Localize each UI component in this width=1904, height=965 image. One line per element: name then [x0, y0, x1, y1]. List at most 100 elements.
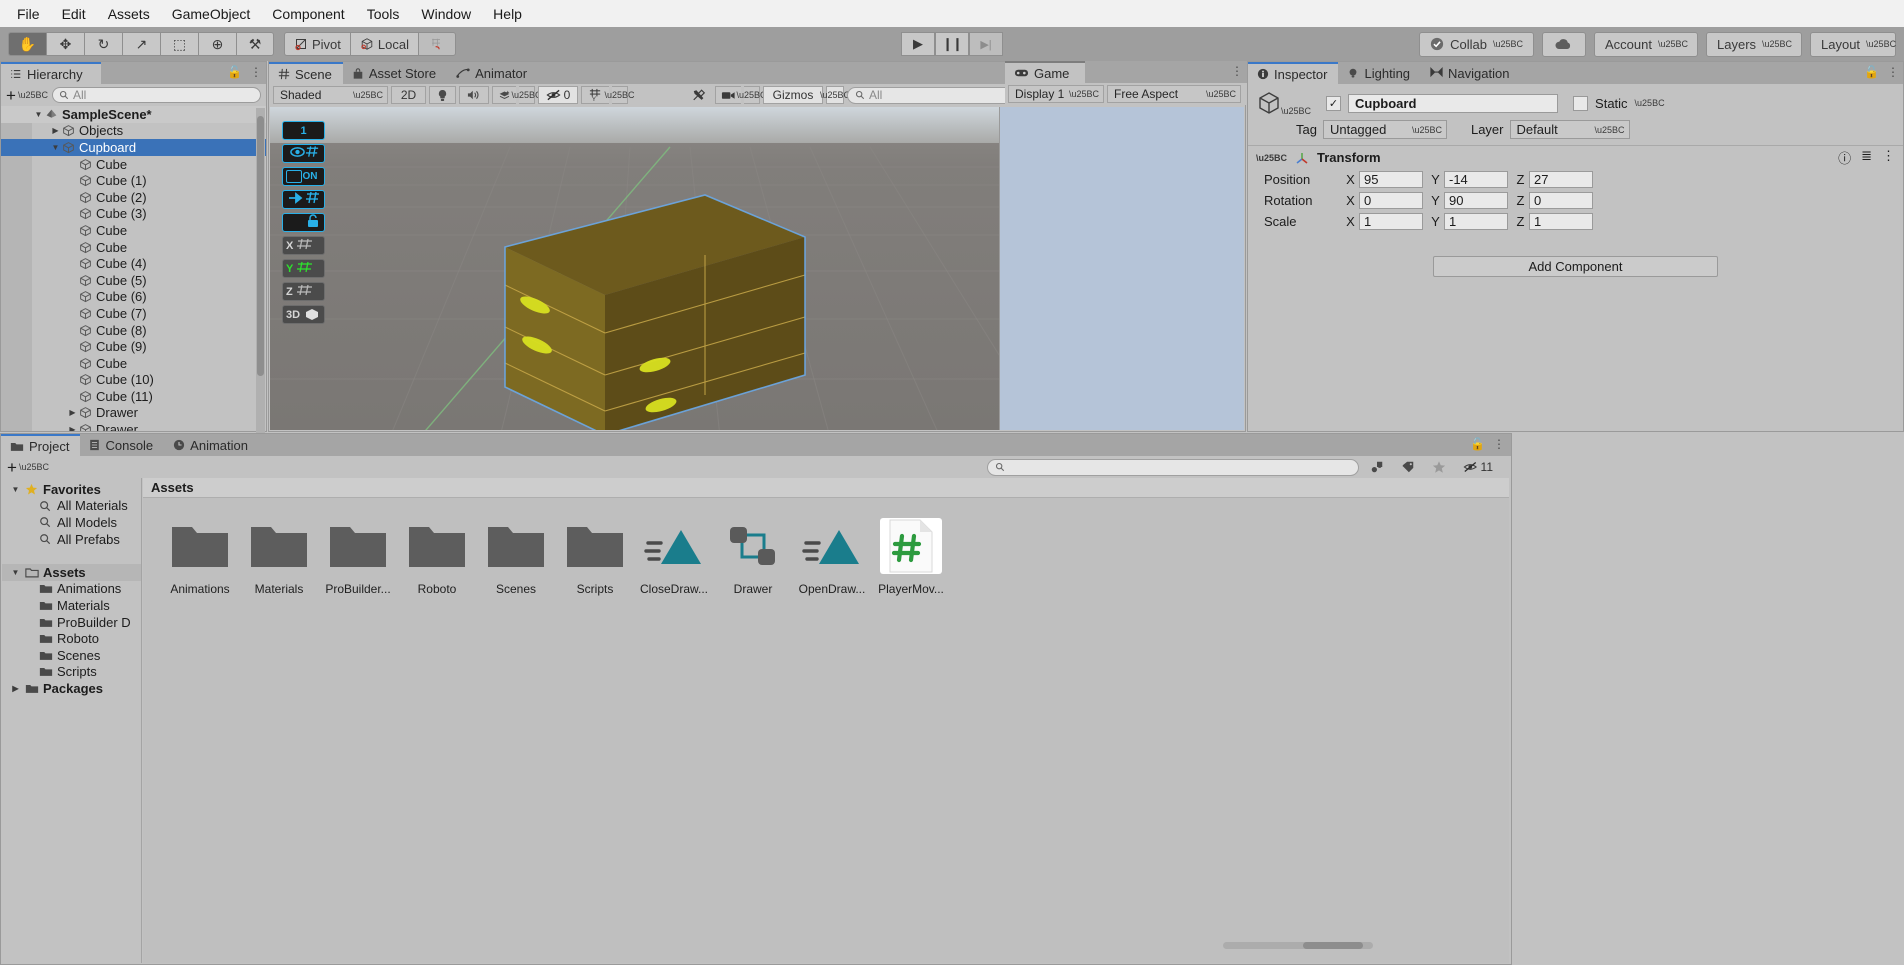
project-tree-item-roboto[interactable]: Roboto [2, 630, 141, 647]
hierarchy-search-input[interactable]: All [51, 87, 261, 103]
hierarchy-item[interactable]: Cube (7) [1, 305, 266, 322]
position-y-input[interactable]: -14 [1444, 171, 1508, 188]
rotate-tool[interactable]: ↻ [84, 32, 122, 56]
project-tree-item-all-prefabs[interactable]: All Prefabs [2, 531, 141, 548]
hierarchy-scrollbar[interactable] [256, 108, 265, 433]
progrids-push-to-grid[interactable] [282, 190, 325, 209]
asset-item[interactable]: Roboto [398, 518, 476, 596]
asset-item[interactable]: Animations [161, 518, 239, 596]
lock-icon[interactable]: 🔓 [1470, 437, 1485, 451]
position-z-input[interactable]: 27 [1529, 171, 1593, 188]
tab-lighting[interactable]: Lighting [1338, 62, 1422, 84]
lock-icon[interactable]: 🔓 [227, 65, 242, 79]
tab-inspector[interactable]: Inspector [1248, 62, 1339, 84]
foldout-arrow-icon[interactable] [9, 568, 22, 577]
tab-console[interactable]: Console [80, 434, 165, 456]
progrids-z-axis-grid[interactable]: Z [282, 282, 325, 301]
layers-button[interactable]: Layers \u25BC [1706, 31, 1802, 57]
chevron-down-icon[interactable]: \u25BC [1256, 153, 1287, 163]
asset-item[interactable]: CloseDraw... [635, 518, 713, 596]
scene-fx-dropdown[interactable]: \u25BC [511, 86, 542, 104]
foldout-arrow-icon[interactable] [9, 485, 22, 494]
rotation-z-input[interactable]: 0 [1529, 192, 1593, 209]
foldout-arrow-icon[interactable] [66, 425, 79, 431]
tab-game[interactable]: Game [1005, 61, 1085, 83]
foldout-arrow-icon[interactable] [9, 684, 22, 693]
layer-dropdown[interactable]: Default \u25BC [1509, 120, 1630, 139]
progrids-y-axis-grid[interactable]: Y [282, 259, 325, 278]
pivot-button[interactable]: Pivot [284, 32, 350, 56]
tab-animation[interactable]: Animation [164, 434, 259, 456]
menu-item-help[interactable]: Help [482, 3, 533, 25]
hidden-objects-toggle[interactable]: 0 [538, 86, 578, 104]
transform-component-header[interactable]: \u25BC Transform ⓘ ≣ ⋮ [1248, 146, 1903, 169]
foldout-arrow-icon[interactable] [49, 126, 62, 135]
progrids-three-d-toggle[interactable]: 3D [282, 305, 325, 324]
hierarchy-item[interactable]: Cube (10) [1, 371, 266, 389]
project-tree[interactable]: FavoritesAll MaterialsAll ModelsAll Pref… [2, 478, 142, 963]
custom-tool[interactable]: ⚒ [236, 32, 274, 56]
object-name-input[interactable]: Cupboard [1348, 93, 1559, 113]
hierarchy-item[interactable]: Cube (8) [1, 321, 266, 339]
gizmos-button[interactable]: Gizmos [763, 86, 823, 104]
progrids-grid-size[interactable]: 1 [282, 121, 325, 140]
hierarchy-tree[interactable]: SampleScene*ObjectsCupboard Cube Cube (1) C… [1, 106, 266, 431]
progrids-snap-on-toggle[interactable]: ON [282, 167, 325, 186]
cupboard-object[interactable] [475, 177, 895, 430]
project-tree-item-assets[interactable]: Assets [2, 563, 141, 581]
kebab-menu-icon[interactable]: ⋮ [1882, 148, 1895, 167]
scene-viewport[interactable]: 1ONXYZ3D y z x ≺Persp 🔒 [270, 107, 1244, 430]
project-tree-item-scenes[interactable]: Scenes [2, 647, 141, 664]
hierarchy-item[interactable]: Cube (1) [1, 172, 266, 189]
project-tree-item-materials[interactable]: Materials [2, 597, 141, 614]
menu-item-component[interactable]: Component [261, 3, 355, 25]
gizmos-dropdown[interactable]: \u25BC [820, 86, 850, 104]
tab-navigation[interactable]: Navigation [1421, 62, 1521, 84]
game-aspect-dropdown[interactable]: Free Aspect \u25BC [1107, 85, 1241, 103]
asset-grid[interactable]: Animations Materials ProBuilder... Roboto Sc… [143, 498, 1509, 596]
hierarchy-item[interactable]: Cube (6) [1, 288, 266, 306]
breadcrumb[interactable]: Assets [143, 478, 1509, 498]
project-tree-item-scripts[interactable]: Scripts [2, 664, 141, 681]
2d-toggle-button[interactable]: 2D [391, 86, 426, 104]
hierarchy-create-button[interactable]: + \u25BC [6, 87, 48, 104]
scale-tool[interactable]: ↗ [122, 32, 160, 56]
project-tree-item-probuilder-d[interactable]: ProBuilder D [2, 614, 141, 631]
scene-camera-dropdown[interactable]: \u25BC [736, 86, 767, 104]
cloud-button[interactable] [1542, 31, 1586, 57]
scale-y-input[interactable]: 1 [1444, 213, 1508, 230]
tab-scene[interactable]: Scene [269, 62, 343, 84]
hierarchy-item[interactable]: Drawer [1, 404, 266, 422]
hierarchy-item[interactable]: Objects [1, 122, 266, 140]
grid-snapping-button[interactable] [417, 32, 456, 56]
progrids-grid-visibility-toggle[interactable] [282, 144, 325, 163]
kebab-menu-icon[interactable]: ⋮ [1231, 64, 1243, 78]
preset-icon[interactable]: ≣ [1861, 148, 1872, 167]
play-button[interactable]: ▶ [901, 32, 935, 56]
scene-audio-toggle[interactable] [459, 86, 489, 104]
chevron-down-icon[interactable]: \u25BC [1635, 98, 1665, 108]
project-create-button[interactable]: + \u25BC [7, 459, 49, 476]
position-x-input[interactable]: 95 [1359, 171, 1423, 188]
foldout-arrow-icon[interactable] [49, 143, 62, 152]
asset-item[interactable]: Scenes [477, 518, 555, 596]
menu-item-edit[interactable]: Edit [51, 3, 97, 25]
kebab-menu-icon[interactable]: ⋮ [1887, 65, 1899, 79]
object-enabled-checkbox[interactable]: ✓ [1326, 95, 1342, 111]
project-tree-item-all-models[interactable]: All Models [2, 514, 141, 531]
collab-button[interactable]: Collab \u25BC [1419, 31, 1534, 57]
game-display-dropdown[interactable]: Display 1 \u25BC [1008, 85, 1104, 103]
asset-item[interactable]: OpenDraw... [793, 518, 871, 596]
progrids-lock-grid[interactable] [282, 213, 325, 232]
hierarchy-item[interactable]: SampleScene* [1, 106, 266, 123]
project-tree-item-favorites[interactable]: Favorites [2, 481, 141, 498]
hierarchy-item[interactable]: Cube (5) [1, 271, 266, 289]
step-button[interactable]: ▶| [969, 32, 1003, 56]
scene-grid-dropdown[interactable]: \u25BC [604, 86, 635, 104]
project-search-input[interactable] [987, 458, 1359, 476]
static-checkbox[interactable] [1573, 95, 1589, 111]
scale-x-input[interactable]: 1 [1359, 213, 1423, 230]
hierarchy-item-selected[interactable]: Cupboard [1, 139, 266, 156]
hierarchy-item[interactable]: Cube [1, 222, 266, 239]
hierarchy-item[interactable]: Drawer [1, 421, 266, 431]
